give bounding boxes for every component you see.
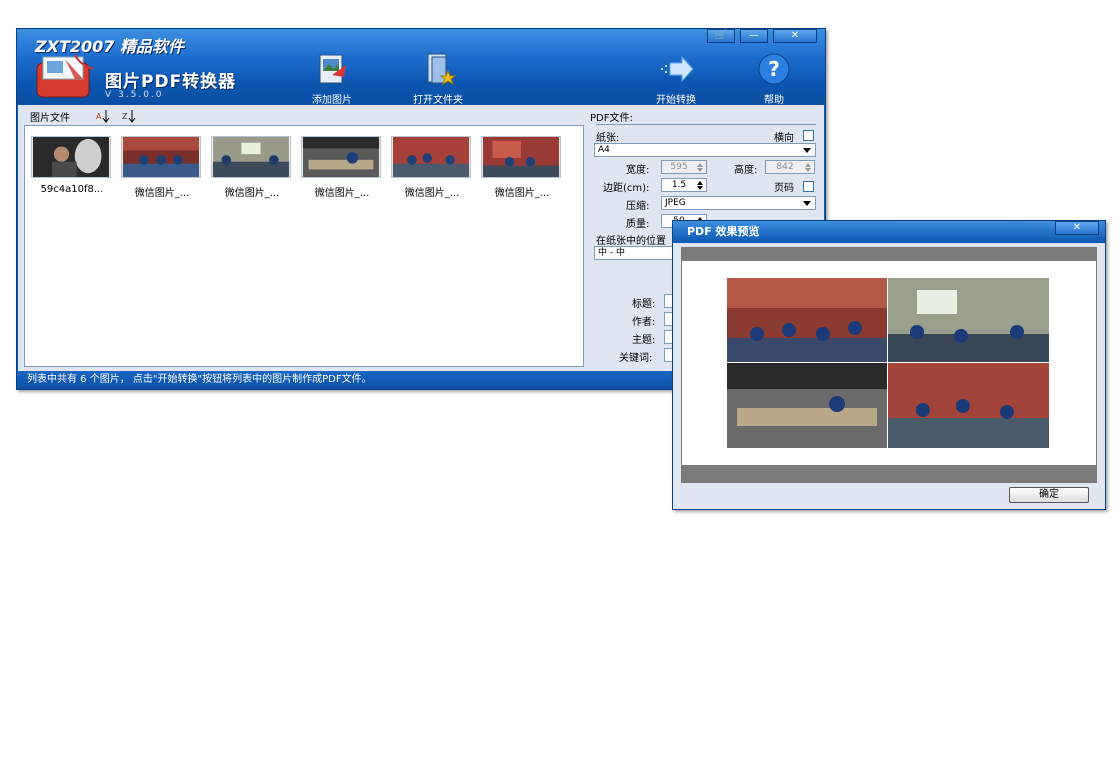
thumbnail-image (301, 136, 381, 178)
help-label: 帮助 (764, 95, 784, 106)
svg-text:?: ? (768, 57, 780, 81)
dialog-close-button[interactable]: ✕ (1055, 221, 1099, 235)
list-item[interactable]: 微信图片_... (301, 136, 383, 199)
app-logo-icon (36, 54, 94, 98)
start-convert-label: 开始转换 (656, 95, 696, 106)
svg-text:Z: Z (122, 112, 128, 121)
height-label: 高度: (734, 165, 758, 176)
chevron-down-icon (803, 201, 811, 206)
margin-stepper[interactable]: 1.5 (661, 178, 707, 192)
list-item[interactable]: 59c4a10f8... (31, 136, 113, 195)
author-label: 作者: (632, 317, 656, 328)
add-images-button[interactable]: 添加图片 (297, 51, 367, 106)
sort-asc-icon[interactable]: A (96, 109, 110, 123)
list-item[interactable]: 微信图片_... (121, 136, 203, 199)
thumbnail-image (481, 136, 561, 178)
paper-label: 纸张: (596, 133, 620, 144)
open-folder-button[interactable]: 打开文件夹 (403, 51, 473, 106)
thumbnail-caption: 微信图片_... (134, 188, 190, 199)
thumbnail-caption: 微信图片_... (404, 188, 460, 199)
file-list-panel[interactable]: 59c4a10f8... 微信图片_... 微信图片_... 微信图片_... … (24, 125, 584, 367)
header-bar: ZXT2007 精品软件 图片PDF转换器 V 3.5.0.0 🛒 — ✕ 添加… (17, 29, 825, 106)
add-images-label: 添加图片 (312, 95, 352, 106)
dialog-title: PDF 效果预览 (673, 221, 1105, 243)
compress-select-value: JPEG (665, 198, 686, 208)
width-stepper: 595 (661, 160, 707, 174)
spin-up-icon (805, 163, 811, 167)
app-version: V 3.5.0.0 (105, 90, 164, 100)
thumbnail-image (391, 136, 471, 178)
spin-down-icon[interactable] (697, 186, 703, 190)
compress-label: 压缩: (626, 201, 650, 212)
subject-label: 主题: (632, 335, 656, 346)
add-images-icon (319, 54, 346, 84)
start-convert-button[interactable]: 开始转换 (641, 51, 711, 106)
help-button[interactable]: ? 帮助 (739, 51, 809, 106)
spin-down-icon (697, 168, 703, 172)
thumbnail-caption: 微信图片_... (314, 188, 370, 199)
thumbnail-image (31, 136, 111, 178)
thumbnail-caption: 59c4a10f8... (40, 184, 104, 195)
sort-desc-icon[interactable]: Z (122, 109, 136, 123)
margin-label: 边距(cm): (603, 183, 650, 194)
paper-select-value: A4 (598, 145, 610, 155)
list-item[interactable]: 微信图片_... (391, 136, 473, 199)
close-icon: ✕ (1072, 222, 1082, 233)
margin-value: 1.5 (671, 180, 687, 190)
list-item[interactable]: 微信图片_... (211, 136, 293, 199)
thumbnail-caption: 微信图片_... (494, 188, 550, 199)
keywords-label: 关键词: (619, 353, 653, 364)
file-list-header: 图片文件 (30, 113, 70, 124)
pdf-preview-dialog: PDF 效果预览 ✕ 确定 (672, 220, 1106, 510)
folder-icon (427, 53, 456, 86)
preview-frame (681, 247, 1097, 483)
position-select-value: 中 - 中 (598, 248, 625, 258)
arrow-right-icon (661, 55, 694, 83)
section-divider (596, 124, 816, 125)
width-label: 宽度: (626, 165, 650, 176)
svg-text:A: A (96, 112, 102, 121)
spin-down-icon (805, 168, 811, 172)
list-item[interactable]: 微信图片_... (481, 136, 563, 199)
height-stepper: 842 (765, 160, 815, 174)
title-label: 标题: (632, 299, 656, 310)
compress-select[interactable]: JPEG (661, 196, 816, 210)
close-button[interactable]: ✕ (773, 29, 817, 43)
app-title: 图片PDF转换器 (105, 72, 237, 92)
chevron-down-icon (803, 148, 811, 153)
cart-icon: 🛒 (714, 30, 728, 41)
close-icon: ✕ (790, 30, 800, 41)
height-value: 842 (776, 162, 794, 172)
spin-up-icon (697, 163, 703, 167)
minimize-icon: — (749, 30, 759, 41)
position-label: 在纸张中的位置 (596, 236, 666, 247)
ok-button[interactable]: 确定 (1009, 487, 1089, 503)
help-icon: ? (758, 53, 790, 85)
landscape-checkbox[interactable] (803, 130, 814, 141)
quality-label: 质量: (626, 219, 650, 230)
preview-page (682, 261, 1096, 465)
width-value: 595 (670, 162, 688, 172)
paper-select[interactable]: A4 (594, 143, 816, 157)
preview-image (727, 278, 1049, 448)
cart-button[interactable]: 🛒 (707, 29, 735, 43)
pdf-section-label: PDF文件: (590, 113, 633, 124)
page-number-checkbox[interactable] (803, 181, 814, 192)
spin-up-icon[interactable] (697, 181, 703, 185)
thumbnail-caption: 微信图片_... (224, 188, 280, 199)
open-folder-label: 打开文件夹 (413, 95, 463, 106)
landscape-label: 横向 (774, 133, 794, 144)
minimize-button[interactable]: — (740, 29, 768, 43)
page-number-label: 页码 (774, 183, 794, 194)
thumbnail-image (211, 136, 291, 178)
thumbnail-image (121, 136, 201, 178)
